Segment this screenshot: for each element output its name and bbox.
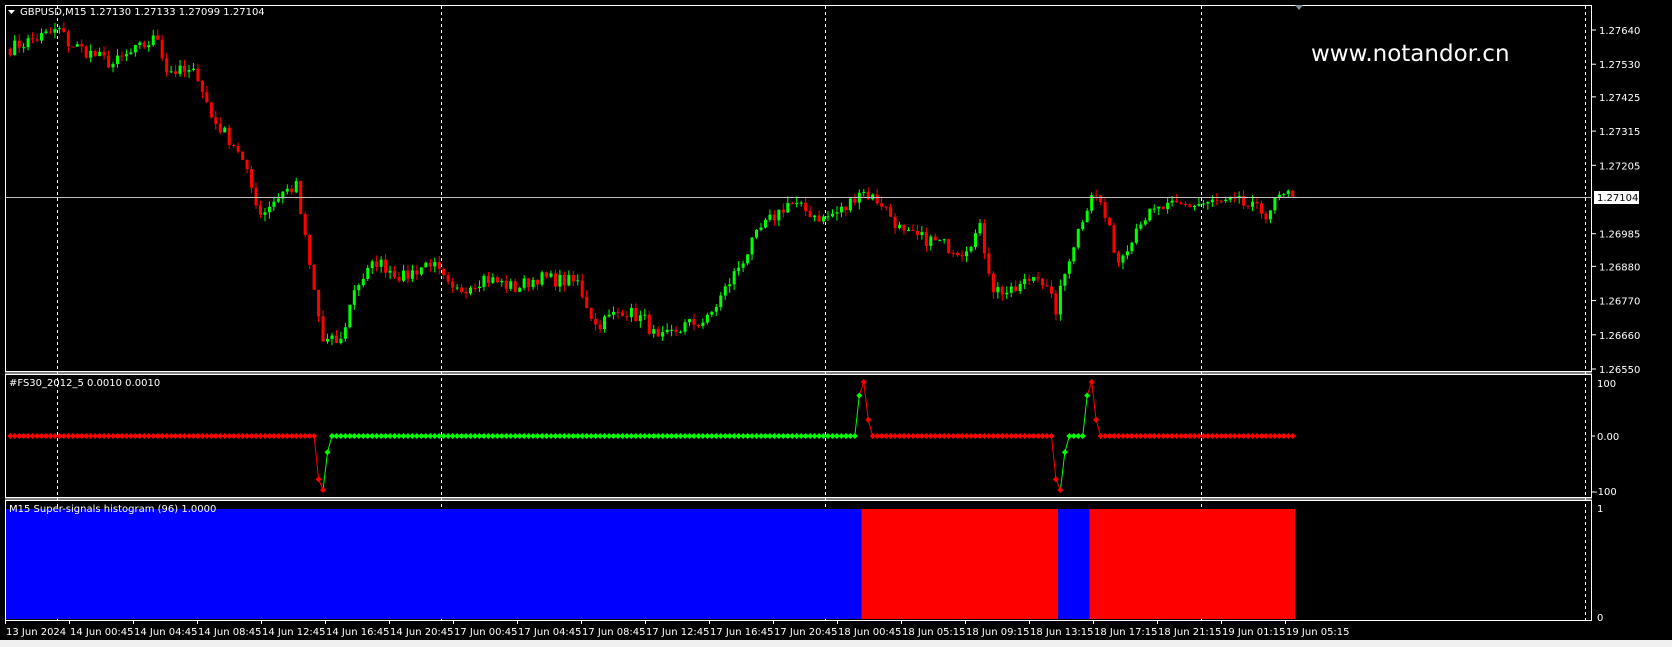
candle [1148,208,1152,222]
time-label: 14 Jun 08:45 [198,627,262,638]
histogram-tick: 0 [1597,613,1603,624]
time-label: 14 Jun 04:45 [134,627,198,638]
time-label: 18 Jun 17:15 [1094,627,1158,638]
time-label: 17 Jun 00:45 [454,627,518,638]
time-label: 18 Jun 13:15 [1030,627,1094,638]
candle [312,263,316,291]
histogram-bar-blue [6,509,862,619]
price-tick: 1.26660 [1599,331,1640,342]
candle [303,211,307,238]
time-label: 19 Jun 05:15 [1286,627,1350,638]
time-label: 14 Jun 12:45 [262,627,326,638]
time-label: 14 Jun 16:45 [326,627,390,638]
price-tick: 1.26985 [1599,230,1640,241]
time-label: 18 Jun 00:45 [838,627,902,638]
time-label: 18 Jun 05:15 [902,627,966,638]
time-label: 14 Jun 00:45 [70,627,134,638]
symbol-header: GBPUSD,M15 1.27130 1.27133 1.27099 1.271… [20,7,265,18]
candle [84,45,88,60]
candle [947,238,951,255]
time-label: 17 Jun 20:45 [774,627,838,638]
time-label: 13 Jun 2024 [6,627,66,638]
indicator-tick: -100 [1594,487,1617,498]
candle [1291,189,1295,197]
watermark: www.notandor.cn [1311,41,1510,67]
candle [348,304,352,329]
time-label: 17 Jun 08:45 [582,627,646,638]
histogram-tick: 1 [1597,504,1603,515]
histogram-bar-blue [1058,509,1090,619]
candle [209,101,213,120]
histogram-bar-red [861,509,1059,619]
price-tick: 1.26880 [1599,262,1640,273]
trading-chart: GBPUSD,M15 1.27130 1.27133 1.27099 1.271… [0,0,1672,647]
candle [241,151,245,161]
price-tick: 1.27640 [1599,26,1640,37]
indicator-title: #FS30_2012_5 0.0010 0.0010 [9,378,160,389]
candle [1090,192,1094,214]
indicator-tick: 100 [1597,379,1616,390]
candle [540,270,544,287]
time-label: 17 Jun 12:45 [646,627,710,638]
price-tick: 1.26550 [1599,365,1640,376]
time-label: 19 Jun 01:15 [1222,627,1286,638]
price-tick: 1.26770 [1599,297,1640,308]
histogram-bar-red [1089,509,1295,619]
time-label: 17 Jun 04:45 [518,627,582,638]
indicator-tick: 0.00 [1597,432,1619,443]
time-label: 17 Jun 16:45 [710,627,774,638]
histogram-title: M15 Super-signals histogram (96) 1.0000 [9,504,216,515]
price-tick: 1.27530 [1599,60,1640,71]
candle [1112,222,1116,254]
price-tick: 1.27315 [1599,127,1640,138]
price-tick: 1.27205 [1599,161,1640,172]
candle [308,233,312,270]
histogram-bars [6,509,1295,619]
candle [1076,228,1080,250]
time-label: 14 Jun 20:45 [390,627,454,638]
price-tick: 1.27425 [1599,93,1640,104]
current-price-label: 1.27104 [1597,193,1638,204]
candle [1108,216,1112,227]
time-label: 18 Jun 09:15 [966,627,1030,638]
time-label: 18 Jun 21:15 [1158,627,1222,638]
